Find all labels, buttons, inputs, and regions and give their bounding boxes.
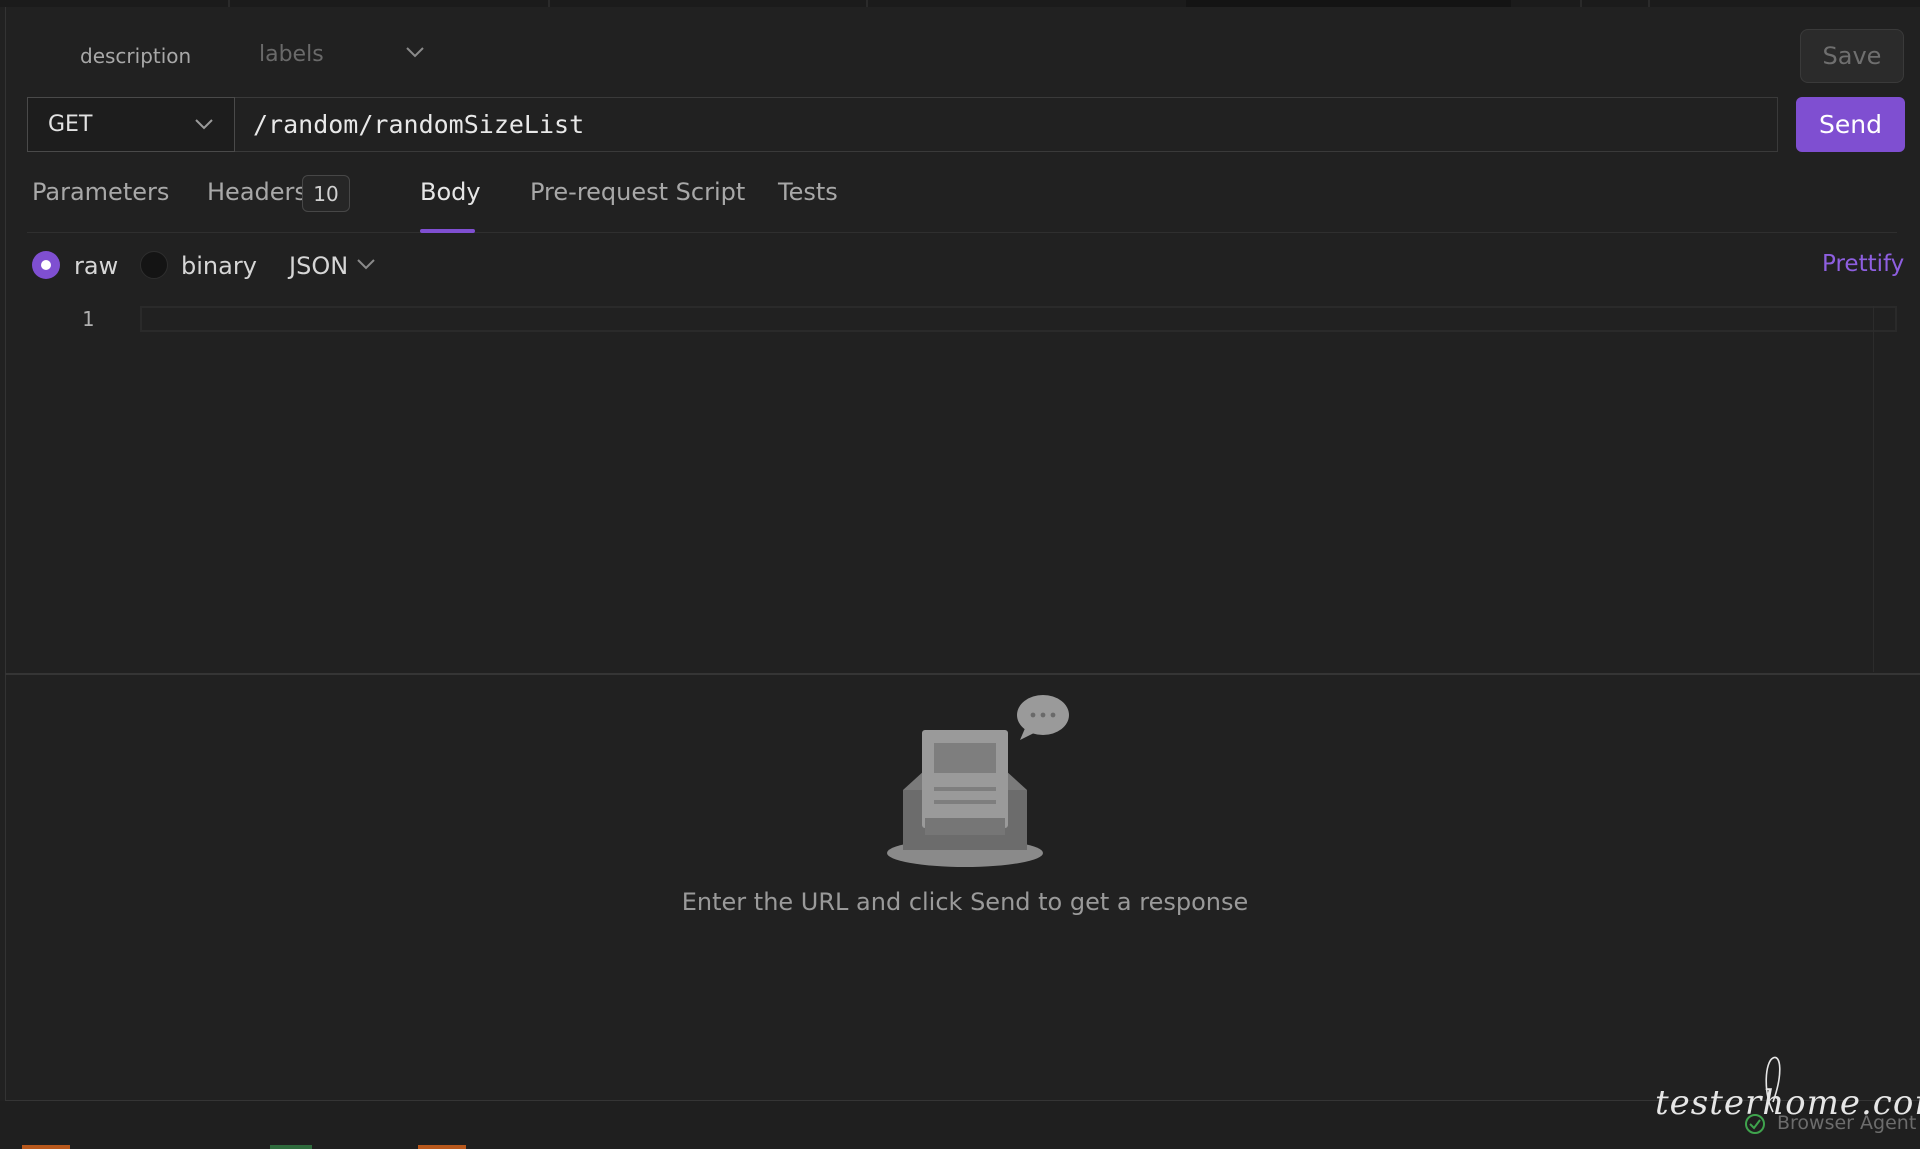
browser-agent-status[interactable]: Browser Agent xyxy=(1777,1112,1916,1134)
radio-binary[interactable] xyxy=(140,251,168,279)
tabs-divider xyxy=(27,232,1897,233)
chat-bubble-icon xyxy=(1017,695,1069,740)
status-bar xyxy=(0,1101,1920,1149)
description-field[interactable]: description xyxy=(80,44,191,68)
radio-binary-label[interactable]: binary xyxy=(181,252,257,280)
tab-separator xyxy=(228,0,230,7)
method-label: GET xyxy=(48,112,93,137)
chevron-down-icon xyxy=(194,112,214,137)
line-number: 1 xyxy=(82,307,95,331)
body-editor[interactable] xyxy=(27,300,1897,672)
url-input[interactable]: /random/randomSizeList xyxy=(235,97,1778,152)
strip-marker xyxy=(418,1145,466,1149)
empty-response-message: Enter the URL and click Send to get a re… xyxy=(681,888,1249,916)
tab-separator xyxy=(866,0,868,7)
panel-left-border xyxy=(5,7,6,1102)
send-button[interactable]: Send xyxy=(1796,97,1905,152)
active-window-tab[interactable] xyxy=(1186,0,1511,7)
chevron-down-icon[interactable] xyxy=(405,44,425,63)
check-circle-icon xyxy=(1743,1112,1767,1140)
strip-marker xyxy=(270,1145,312,1149)
active-line-highlight[interactable] xyxy=(140,306,1897,332)
tab-headers[interactable]: Headers xyxy=(207,178,307,206)
chevron-down-icon[interactable] xyxy=(356,256,376,275)
prettify-button[interactable]: Prettify xyxy=(1822,251,1904,277)
radio-raw[interactable] xyxy=(32,251,60,279)
save-button[interactable]: Save xyxy=(1800,29,1904,83)
tab-separator xyxy=(548,0,550,7)
window-tab-strip xyxy=(0,0,1920,7)
strip-marker xyxy=(22,1145,70,1149)
tab-separator xyxy=(1648,0,1650,7)
format-select[interactable]: JSON xyxy=(289,252,348,280)
tab-separator xyxy=(1580,0,1582,7)
request-response-divider[interactable] xyxy=(5,673,1920,675)
method-select[interactable]: GET xyxy=(27,97,235,152)
tab-pre-request-script[interactable]: Pre-request Script xyxy=(530,178,745,206)
editor-scrollbar-track[interactable] xyxy=(1873,306,1874,672)
headers-count-badge: 10 xyxy=(302,175,350,212)
tab-body[interactable]: Body xyxy=(420,178,481,206)
radio-raw-label[interactable]: raw xyxy=(74,252,118,280)
tab-parameters[interactable]: Parameters xyxy=(32,178,169,206)
active-tab-indicator xyxy=(420,229,475,233)
labels-select[interactable]: labels xyxy=(259,42,324,67)
tab-tests[interactable]: Tests xyxy=(778,178,838,206)
inbox-empty-icon xyxy=(880,690,1080,874)
